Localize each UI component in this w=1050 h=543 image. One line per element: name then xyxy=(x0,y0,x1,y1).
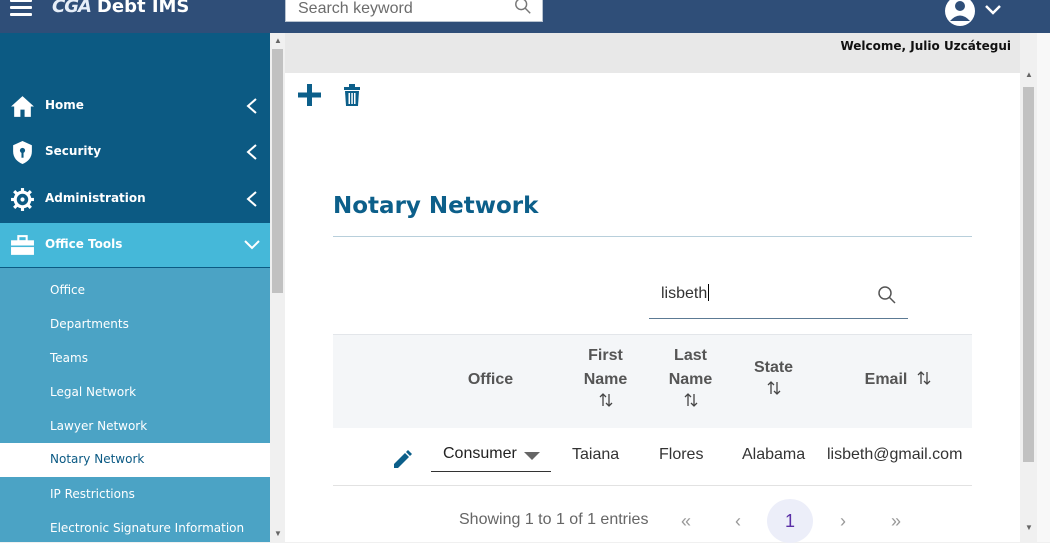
chevron-left-icon xyxy=(246,144,257,160)
cell-email: lisbeth@gmail.com xyxy=(827,446,963,463)
sidebar-subitem-lawyer-network[interactable]: Lawyer Network xyxy=(0,410,270,444)
scrollbar-thumb[interactable] xyxy=(1023,87,1034,462)
app-logo: CGA Debt IMS xyxy=(52,0,189,17)
briefcase-icon xyxy=(11,235,34,255)
table-header: Office First Name Last Name State Email xyxy=(333,334,972,428)
sidebar-subitem-teams[interactable]: Teams xyxy=(0,342,270,376)
column-header-label: Last xyxy=(674,347,707,364)
sidebar-subitem-label: Legal Network xyxy=(50,385,137,399)
sidebar-subitem-label: Notary Network xyxy=(50,452,145,466)
sidebar-subitem-label: Office xyxy=(50,283,86,297)
sort-icon[interactable] xyxy=(684,392,698,408)
sidebar-item-label: Security xyxy=(45,144,102,158)
column-header-label: Name xyxy=(583,371,628,388)
sidebar-subitem-legal-network[interactable]: Legal Network xyxy=(0,376,270,410)
sidebar-subitem-label: IP Restrictions xyxy=(50,487,135,501)
text-caret xyxy=(708,284,710,301)
page-title: Notary Network xyxy=(333,193,539,219)
pagination-info: Showing 1 to 1 of 1 entries xyxy=(459,511,649,528)
welcome-text: Welcome, Julio Uzcátegui xyxy=(840,39,1011,53)
table-row: Consumer Taiana Flores Alabama lisbeth@g… xyxy=(333,427,972,486)
pencil-icon[interactable] xyxy=(391,449,413,471)
logo-mark: CGA xyxy=(52,0,92,17)
sidebar-subitem-label: Electronic Signature Information xyxy=(50,521,245,535)
sort-icon[interactable] xyxy=(767,380,781,396)
pagination-first-button[interactable]: « xyxy=(663,499,709,543)
sort-icon[interactable] xyxy=(599,392,613,408)
right-gutter xyxy=(1037,33,1050,542)
scroll-up-arrow-icon[interactable]: ▲ xyxy=(274,37,282,45)
top-bar: CGA Debt IMS xyxy=(0,0,1050,33)
home-icon xyxy=(11,96,34,117)
scroll-down-arrow-icon[interactable]: ▼ xyxy=(1025,523,1033,532)
pagination-next-button[interactable]: › xyxy=(820,499,866,543)
sidebar-subitem-ip-restrictions[interactable]: IP Restrictions xyxy=(0,478,270,512)
sidebar-subitem-notary-network[interactable]: Notary Network xyxy=(0,443,270,477)
gear-icon xyxy=(11,188,34,211)
table-search-field[interactable]: lisbeth xyxy=(649,280,908,319)
sidebar-subitem-label: Departments xyxy=(50,317,129,331)
menu-icon[interactable] xyxy=(10,0,32,18)
sidebar-item-label: Home xyxy=(45,98,84,112)
sidebar-item-security[interactable]: Security xyxy=(0,130,270,174)
sidebar-subitem-electronic-signature[interactable]: Electronic Signature Information xyxy=(0,512,270,542)
column-header-label: Name xyxy=(668,371,713,388)
column-header-label: Email xyxy=(864,371,908,388)
office-select-value: Consumer xyxy=(443,445,517,462)
title-divider xyxy=(333,236,972,237)
pagination-page-1[interactable]: 1 xyxy=(767,499,813,543)
column-header-label: First xyxy=(588,347,623,364)
shield-icon xyxy=(13,141,32,164)
sidebar-scrollbar[interactable]: ▲ ▼ xyxy=(270,33,285,542)
column-header-last-name[interactable]: Last Name xyxy=(653,344,728,408)
sidebar-item-office-tools[interactable]: Office Tools xyxy=(0,223,270,267)
sidebar-subitem-label: Lawyer Network xyxy=(50,419,148,433)
chevron-down-icon xyxy=(244,240,260,250)
chevron-left-icon xyxy=(246,191,257,207)
sidebar-subitem-office[interactable]: Office xyxy=(0,274,270,308)
sidebar-item-label: Office Tools xyxy=(45,237,123,251)
sidebar-item-administration[interactable]: Administration xyxy=(0,177,270,221)
dropdown-arrow-icon xyxy=(524,452,540,460)
cell-last-name: Flores xyxy=(659,446,704,463)
column-header-first-name[interactable]: First Name xyxy=(568,344,643,408)
user-menu[interactable] xyxy=(944,0,1004,28)
cell-state: Alabama xyxy=(742,446,806,463)
search-icon[interactable] xyxy=(877,285,897,305)
welcome-bar: Welcome, Julio Uzcátegui xyxy=(285,33,1020,73)
column-header-label: State xyxy=(753,359,794,376)
scroll-up-arrow-icon[interactable]: ▲ xyxy=(1025,70,1033,79)
trash-icon[interactable] xyxy=(339,83,365,109)
sidebar-item-home[interactable]: Home xyxy=(0,84,270,128)
main-content: Welcome, Julio Uzcátegui Notary Network … xyxy=(285,33,1020,543)
global-search xyxy=(285,0,543,22)
sidebar-item-label: Administration xyxy=(45,191,146,205)
search-input[interactable] xyxy=(296,0,510,20)
search-icon[interactable] xyxy=(514,0,532,15)
column-header-email[interactable]: Email xyxy=(843,368,953,392)
column-header-state[interactable]: State xyxy=(736,356,811,396)
office-select[interactable]: Consumer xyxy=(431,439,551,472)
cell-first-name: Taiana xyxy=(572,446,620,463)
column-header-office[interactable]: Office xyxy=(453,368,528,392)
sidebar-subitem-departments[interactable]: Departments xyxy=(0,308,270,342)
scroll-down-arrow-icon[interactable]: ▼ xyxy=(274,530,282,538)
sort-icon[interactable] xyxy=(917,370,931,386)
table-search-value: lisbeth xyxy=(661,285,708,302)
main-scrollbar[interactable]: ▲ ▼ xyxy=(1020,33,1037,542)
scrollbar-thumb[interactable] xyxy=(272,49,283,293)
chevron-left-icon xyxy=(246,98,257,114)
app-title: Debt IMS xyxy=(96,0,190,17)
sidebar-subitem-label: Teams xyxy=(50,351,88,365)
table-search-input[interactable]: lisbeth xyxy=(661,284,710,303)
pagination-last-button[interactable]: » xyxy=(873,499,919,543)
pagination-prev-button[interactable]: ‹ xyxy=(715,499,761,543)
column-header-label: Office xyxy=(467,371,514,388)
user-avatar-icon[interactable] xyxy=(944,0,1004,28)
sidebar: Home Security Administration Office Tool… xyxy=(0,33,270,542)
add-icon[interactable] xyxy=(297,83,323,109)
